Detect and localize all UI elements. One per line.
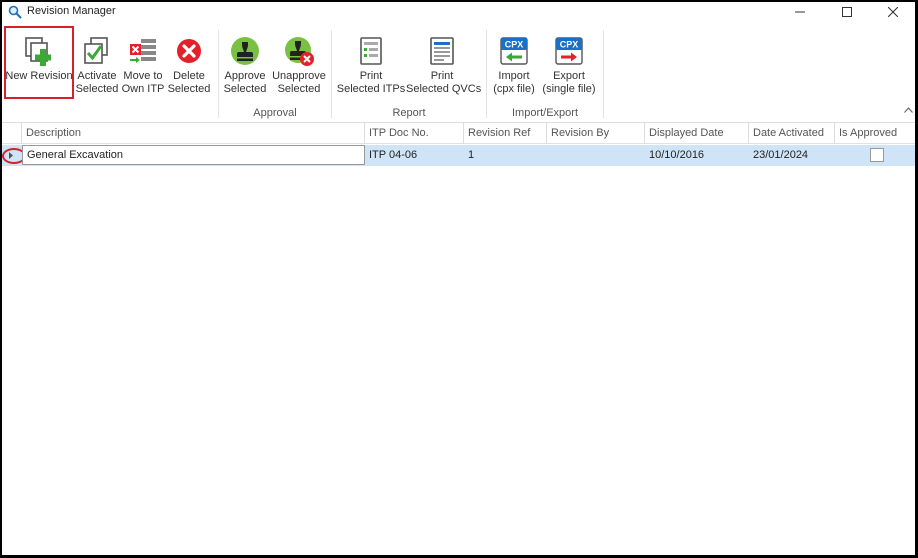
cpx-text: CPX <box>560 40 579 50</box>
import-cpx-button[interactable]: CPX Import (cpx file) <box>490 30 538 102</box>
activate-label-2: Selected <box>75 83 119 95</box>
grid-header: Description ITP Doc No. Revision Ref Rev… <box>2 123 915 144</box>
column-header-revision-ref[interactable]: Revision Ref <box>464 123 547 144</box>
move-to-own-itp-button[interactable]: Move to Own ITP <box>120 30 166 102</box>
maximize-icon <box>841 7 852 17</box>
approve-stamp-icon <box>231 37 259 65</box>
title-bar: Revision Manager <box>2 2 915 22</box>
unapprove-label-1: Unapprove <box>272 70 326 82</box>
column-header-displayed-date[interactable]: Displayed Date <box>645 123 749 144</box>
print-selected-itps-button[interactable]: Print Selected ITPs <box>336 30 406 102</box>
group-separator <box>218 30 219 118</box>
print-qvc-icon <box>430 37 454 65</box>
print-itps-label-2: Selected ITPs <box>336 83 406 95</box>
print-qvcs-label-2: Selected QVCs <box>406 83 482 95</box>
report-group-label: Report <box>392 107 426 119</box>
approval-group-label: Approval <box>253 107 297 119</box>
group-separator <box>331 30 332 118</box>
activate-selected-button[interactable]: Activate Selected <box>74 30 120 102</box>
column-header-date-activated[interactable]: Date Activated <box>749 123 835 144</box>
magnifier-icon <box>8 5 22 19</box>
ribbon-toolbar: New Revision Activate Selected Move to O… <box>2 22 915 122</box>
revision-manager-window: Revision Manager New Revision Activate S… <box>2 2 915 555</box>
column-header-revision-by[interactable]: Revision By <box>547 123 645 144</box>
export-label-2: (single file) <box>542 83 596 95</box>
delete-icon <box>177 39 201 63</box>
collapse-ribbon-button[interactable] <box>904 105 913 116</box>
window-title: Revision Manager <box>27 5 116 17</box>
unapprove-label-2: Selected <box>277 83 321 95</box>
delete-selected-button[interactable]: Delete Selected <box>166 30 212 102</box>
unapprove-stamp-icon <box>285 37 314 66</box>
cpx-text: CPX <box>505 40 524 50</box>
column-header-is-approved[interactable]: Is Approved <box>835 123 915 144</box>
activate-icon <box>84 37 108 64</box>
import-cpx-icon: CPX <box>500 37 528 65</box>
cell-revision-by[interactable] <box>547 145 645 166</box>
import-export-group-label: Import/Export <box>511 107 579 119</box>
print-itp-icon <box>360 37 382 65</box>
new-revision-highlight <box>4 26 74 99</box>
delete-label-2: Selected <box>167 83 211 95</box>
export-label-1: Export <box>553 70 585 82</box>
group-separator <box>486 30 487 118</box>
indicator-column-header <box>2 123 22 144</box>
column-header-description[interactable]: Description <box>22 123 365 144</box>
is-approved-checkbox[interactable] <box>870 148 884 162</box>
export-single-file-button[interactable]: CPX Export (single file) <box>538 30 600 102</box>
import-label-2: (cpx file) <box>493 83 535 95</box>
revisions-grid: Description ITP Doc No. Revision Ref Rev… <box>2 122 915 555</box>
close-icon <box>887 7 898 17</box>
approve-label-2: Selected <box>223 83 267 95</box>
column-header-itp-doc-no[interactable]: ITP Doc No. <box>365 123 464 144</box>
activate-label-1: Activate <box>77 70 117 82</box>
approve-label-1: Approve <box>224 70 266 82</box>
minimize-button[interactable] <box>777 2 822 22</box>
import-label-1: Import <box>498 70 530 82</box>
print-qvcs-label-1: Print <box>430 70 454 82</box>
move-label-1: Move to <box>123 70 163 82</box>
chevron-up-icon <box>904 107 913 113</box>
export-cpx-icon: CPX <box>555 37 583 65</box>
maximize-button[interactable] <box>824 2 869 22</box>
close-button[interactable] <box>870 2 915 22</box>
table-row[interactable]: General Excavation ITP 04-06 1 10/10/201… <box>2 145 915 166</box>
cell-date-activated[interactable]: 23/01/2024 <box>749 145 835 166</box>
cell-description[interactable]: General Excavation <box>22 145 365 165</box>
move-label-2: Own ITP <box>121 83 165 95</box>
group-separator <box>603 30 604 118</box>
minimize-icon <box>794 11 805 13</box>
unapprove-selected-button[interactable]: Unapprove Selected <box>271 30 327 102</box>
delete-label-1: Delete <box>173 70 205 82</box>
cell-itp-doc-no[interactable]: ITP 04-06 <box>365 145 464 166</box>
cell-displayed-date[interactable]: 10/10/2016 <box>645 145 749 166</box>
cell-revision-ref[interactable]: 1 <box>464 145 547 166</box>
print-selected-qvcs-button[interactable]: Print Selected QVCs <box>406 30 482 102</box>
move-list-icon <box>130 39 156 63</box>
print-itps-label-1: Print <box>359 70 383 82</box>
approve-selected-button[interactable]: Approve Selected <box>222 30 268 102</box>
